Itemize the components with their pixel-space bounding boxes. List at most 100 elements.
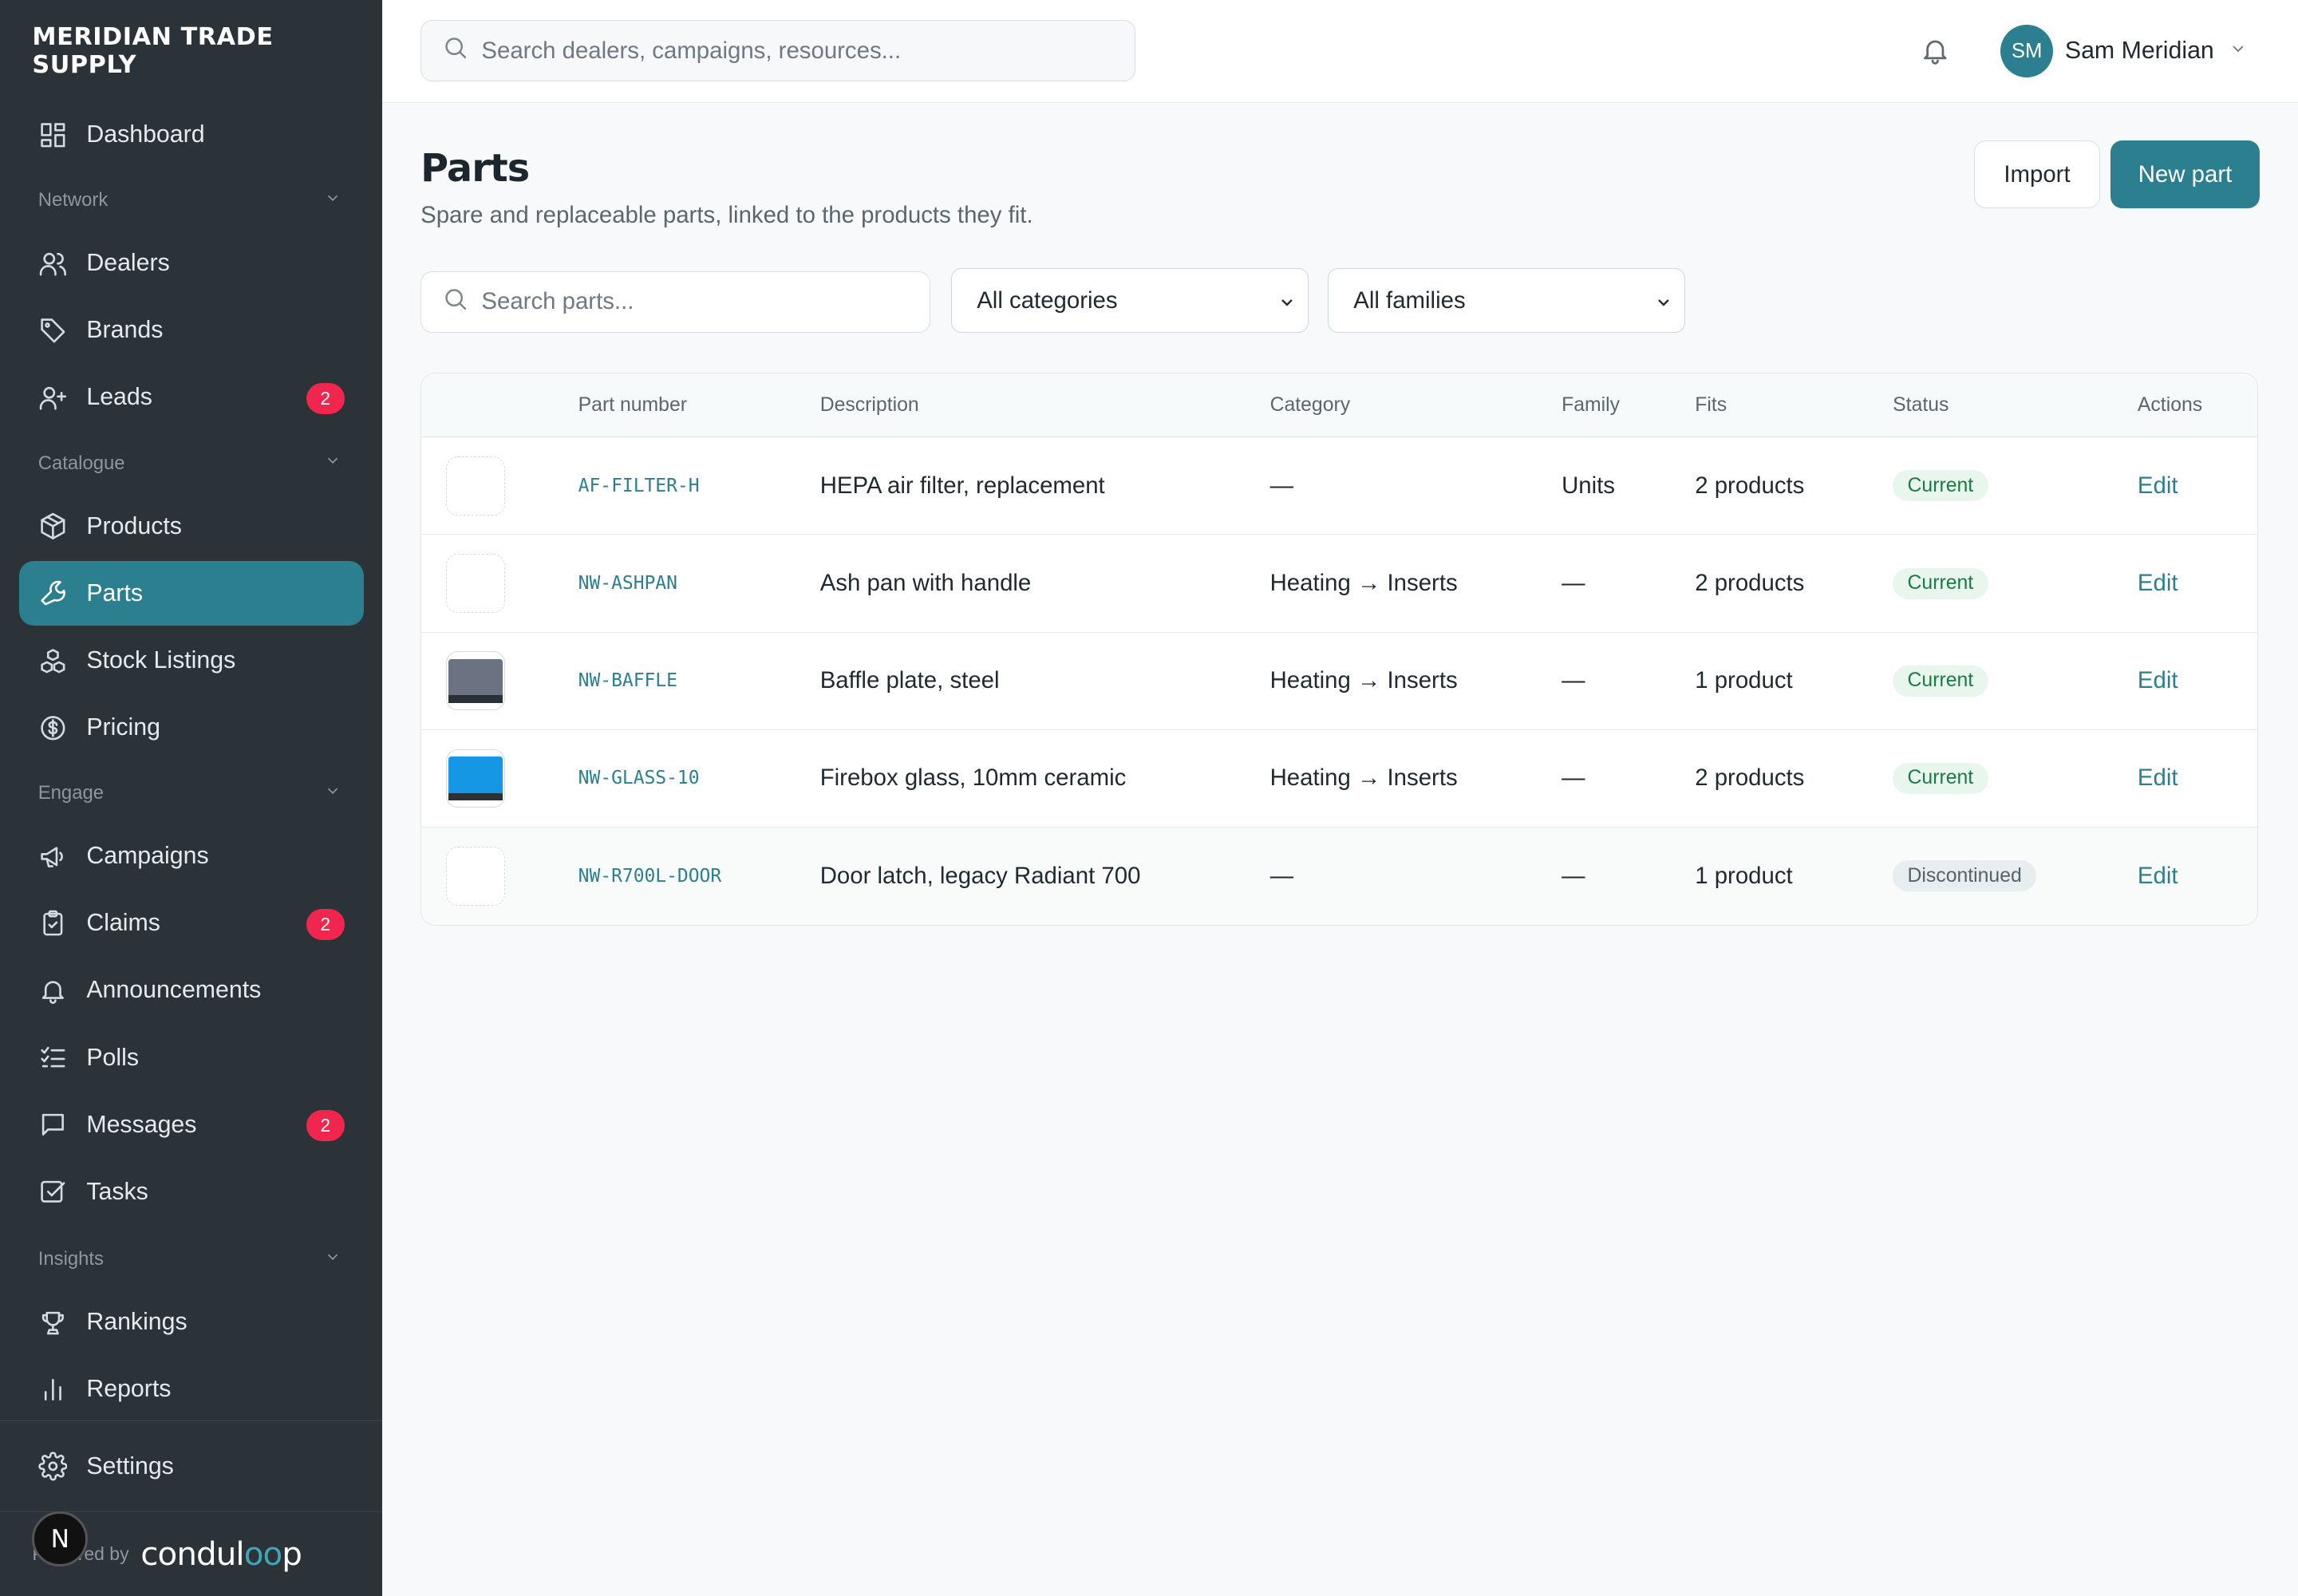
baffle-image bbox=[448, 658, 503, 703]
bell-icon bbox=[38, 976, 68, 1005]
section-insights[interactable]: Insights bbox=[19, 1229, 364, 1290]
sidebar: MERIDIAN TRADE SUPPLY Dashboard Network … bbox=[0, 0, 383, 1596]
section-label: Network bbox=[38, 189, 109, 211]
chevron-down-icon bbox=[2229, 38, 2248, 65]
sidebar-item-label: Stock Listings bbox=[86, 646, 236, 674]
check-square-icon bbox=[38, 1177, 68, 1207]
sidebar-item-label: Rankings bbox=[86, 1309, 188, 1336]
sidebar-item-label: Announcements bbox=[86, 977, 262, 1004]
dollar-circle-icon bbox=[38, 713, 68, 743]
image-placeholder bbox=[446, 554, 505, 613]
sidebar-item-label: Dashboard bbox=[86, 120, 205, 148]
sidebar-item-label: Dealers bbox=[86, 250, 170, 277]
header-status[interactable]: Status bbox=[1893, 373, 1949, 438]
sidebar-item-label: Parts bbox=[86, 579, 144, 606]
notifications-bell-icon[interactable] bbox=[1920, 35, 1951, 73]
users-icon bbox=[38, 249, 68, 279]
topbar: SM Sam Meridian bbox=[382, 0, 2298, 103]
header-description[interactable]: Description bbox=[820, 373, 919, 438]
section-network[interactable]: Network bbox=[19, 170, 364, 231]
category-filter-select[interactable]: All categories bbox=[951, 268, 1309, 333]
sidebar-item-polls[interactable]: Polls bbox=[19, 1025, 364, 1090]
chevron-down-icon bbox=[324, 189, 342, 212]
part-family: — bbox=[1562, 570, 1585, 596]
status-cell: Current bbox=[1893, 633, 1988, 729]
sidebar-item-rankings[interactable]: Rankings bbox=[19, 1290, 364, 1355]
chevron-down-icon bbox=[324, 782, 342, 805]
import-button[interactable]: Import bbox=[1974, 140, 2100, 208]
sidebar-item-messages[interactable]: Messages 2 bbox=[19, 1092, 364, 1157]
part-description: Ash pan with handle bbox=[819, 570, 1032, 596]
header-fits[interactable]: Fits bbox=[1695, 373, 1727, 438]
sidebar-item-label: Pricing bbox=[86, 714, 160, 741]
part-number[interactable]: NW-GLASS-10 bbox=[578, 730, 700, 827]
select-value: All categories bbox=[977, 286, 1118, 314]
part-number[interactable]: NW-R700L-DOOR bbox=[578, 828, 722, 925]
table-row[interactable]: NW-R700L-DOOR Door latch, legacy Radiant… bbox=[421, 827, 2258, 925]
megaphone-icon bbox=[38, 842, 68, 871]
messages-count-badge: 2 bbox=[306, 1110, 345, 1141]
status-badge: Discontinued bbox=[1893, 860, 2037, 892]
part-number[interactable]: AF-FILTER-H bbox=[578, 437, 700, 534]
conduloop-logo[interactable]: conduloop bbox=[140, 1535, 302, 1573]
sidebar-item-announcements[interactable]: Announcements bbox=[19, 958, 364, 1023]
table-row[interactable]: NW-BAFFLE Baffle plate, steel Heating → … bbox=[421, 633, 2258, 730]
sidebar-nav: Dashboard Network Dealers Brands Leads 2… bbox=[0, 103, 382, 1422]
edit-link[interactable]: Edit bbox=[2138, 633, 2178, 729]
sidebar-item-dashboard[interactable]: Dashboard bbox=[19, 103, 364, 168]
trophy-icon bbox=[38, 1308, 68, 1337]
section-engage[interactable]: Engage bbox=[19, 763, 364, 824]
search-icon bbox=[442, 34, 468, 67]
sidebar-item-label: Messages bbox=[86, 1111, 197, 1138]
image-placeholder bbox=[446, 847, 505, 906]
global-search-input[interactable] bbox=[481, 37, 1068, 65]
table-row[interactable]: NW-GLASS-10 Firebox glass, 10mm ceramic … bbox=[421, 730, 2258, 828]
part-number[interactable]: NW-BAFFLE bbox=[578, 633, 677, 729]
edit-link[interactable]: Edit bbox=[2138, 535, 2178, 631]
parts-search-input[interactable] bbox=[481, 288, 907, 316]
wrench-icon bbox=[38, 579, 68, 608]
main-area: SM Sam Meridian Parts Spare and replacea… bbox=[382, 0, 2298, 1596]
sidebar-item-campaigns[interactable]: Campaigns bbox=[19, 824, 364, 889]
sidebar-item-label: Claims bbox=[86, 910, 160, 937]
sidebar-item-brands[interactable]: Brands bbox=[19, 298, 364, 363]
table-row[interactable]: AF-FILTER-H HEPA air filter, replacement… bbox=[421, 437, 2258, 535]
n-floating-badge[interactable]: N bbox=[32, 1511, 89, 1567]
table-row[interactable]: NW-ASHPAN Ash pan with handle Heating → … bbox=[421, 535, 2258, 633]
header-part-number[interactable]: Part number bbox=[578, 373, 687, 438]
sidebar-item-stock-listings[interactable]: Stock Listings bbox=[19, 629, 364, 693]
part-fits: 2 products bbox=[1695, 472, 1805, 499]
sidebar-item-products[interactable]: Products bbox=[19, 494, 364, 559]
sidebar-item-pricing[interactable]: Pricing bbox=[19, 696, 364, 760]
sidebar-item-leads[interactable]: Leads 2 bbox=[19, 365, 364, 430]
glass-image bbox=[448, 756, 503, 800]
part-family: — bbox=[1562, 862, 1585, 889]
parts-search[interactable] bbox=[421, 271, 931, 333]
sidebar-item-reports[interactable]: Reports bbox=[19, 1357, 364, 1422]
sidebar-item-dealers[interactable]: Dealers bbox=[19, 231, 364, 296]
section-catalogue[interactable]: Catalogue bbox=[19, 433, 364, 494]
edit-link[interactable]: Edit bbox=[2138, 828, 2178, 925]
new-part-button[interactable]: New part bbox=[2110, 140, 2260, 208]
user-menu[interactable]: SM Sam Meridian bbox=[2000, 25, 2248, 78]
header-family[interactable]: Family bbox=[1562, 373, 1620, 438]
list-checks-icon bbox=[38, 1043, 68, 1073]
part-image bbox=[446, 749, 505, 808]
image-placeholder bbox=[446, 456, 505, 516]
header-category[interactable]: Category bbox=[1270, 373, 1351, 438]
sidebar-item-tasks[interactable]: Tasks bbox=[19, 1159, 364, 1224]
sidebar-item-settings[interactable]: Settings bbox=[19, 1434, 364, 1499]
sidebar-item-parts[interactable]: Parts bbox=[18, 561, 364, 626]
family-filter-select[interactable]: All families bbox=[1328, 268, 1686, 333]
edit-link[interactable]: Edit bbox=[2138, 730, 2178, 827]
section-label: Insights bbox=[38, 1248, 104, 1270]
page-content: Parts Spare and replaceable parts, linke… bbox=[382, 103, 2298, 1596]
sidebar-item-claims[interactable]: Claims 2 bbox=[19, 891, 364, 956]
section-label: Catalogue bbox=[38, 452, 125, 474]
edit-link[interactable]: Edit bbox=[2138, 437, 2178, 534]
part-number[interactable]: NW-ASHPAN bbox=[578, 535, 677, 631]
image-strip bbox=[448, 792, 503, 800]
user-plus-icon bbox=[38, 383, 68, 413]
global-search[interactable] bbox=[421, 20, 1136, 82]
part-thumbnail bbox=[446, 633, 505, 729]
